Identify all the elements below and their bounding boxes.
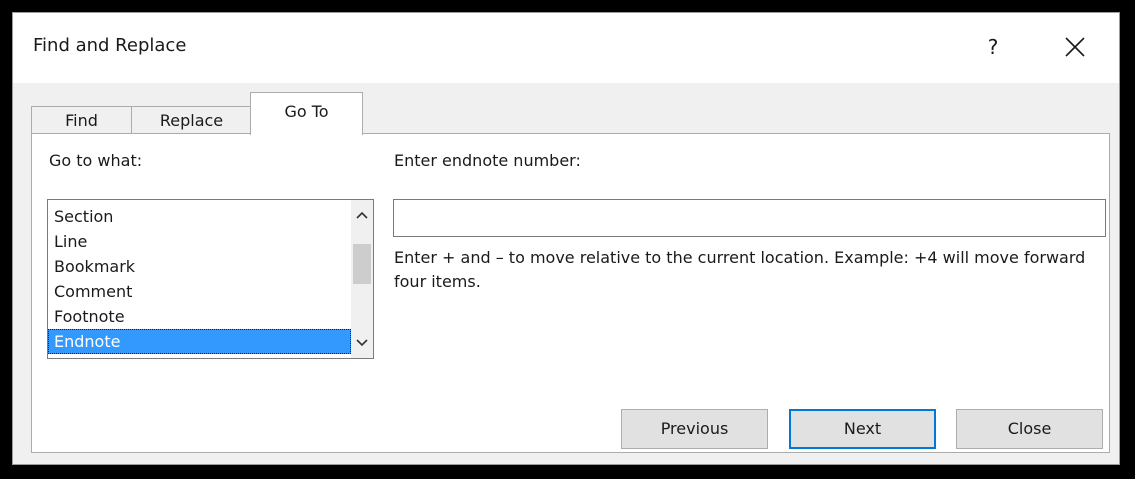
go-to-panel: Go to what: Enter endnote number: Sectio… — [31, 133, 1110, 453]
listbox-items: Section Line Bookmark Comment Footnote E… — [48, 204, 351, 354]
tab-strip: Find Replace Go To — [31, 92, 371, 135]
close-button[interactable]: Close — [956, 409, 1103, 449]
hint-text: Enter + and – to move relative to the cu… — [394, 248, 1086, 291]
previous-button[interactable]: Previous — [621, 409, 768, 449]
find-replace-dialog: Find and Replace ? Find Replace Go To Go… — [12, 12, 1120, 465]
list-item-section[interactable]: Section — [48, 204, 351, 229]
scrollbar-thumb[interactable] — [353, 244, 371, 284]
tab-replace[interactable]: Replace — [131, 106, 252, 134]
endnote-number-input[interactable] — [393, 199, 1106, 237]
next-button[interactable]: Next — [789, 409, 936, 449]
listbox-scrollbar[interactable] — [351, 200, 373, 358]
list-item-bookmark[interactable]: Bookmark — [48, 254, 351, 279]
close-icon[interactable] — [1053, 27, 1097, 67]
list-item-comment[interactable]: Comment — [48, 279, 351, 304]
list-item-footnote[interactable]: Footnote — [48, 304, 351, 329]
endnote-number-label: Enter endnote number: — [394, 151, 581, 170]
title-bar: Find and Replace ? — [13, 13, 1119, 83]
tab-find[interactable]: Find — [31, 106, 132, 134]
tab-go-to[interactable]: Go To — [250, 92, 363, 135]
go-to-what-label: Go to what: — [49, 151, 143, 170]
help-button[interactable]: ? — [973, 27, 1013, 67]
chevron-down-icon[interactable] — [351, 332, 373, 354]
window-title: Find and Replace — [33, 35, 187, 56]
chevron-up-icon[interactable] — [351, 204, 373, 226]
list-item-endnote[interactable]: Endnote — [48, 329, 351, 354]
list-item-line[interactable]: Line — [48, 229, 351, 254]
go-to-what-listbox[interactable]: Section Line Bookmark Comment Footnote E… — [47, 199, 374, 359]
